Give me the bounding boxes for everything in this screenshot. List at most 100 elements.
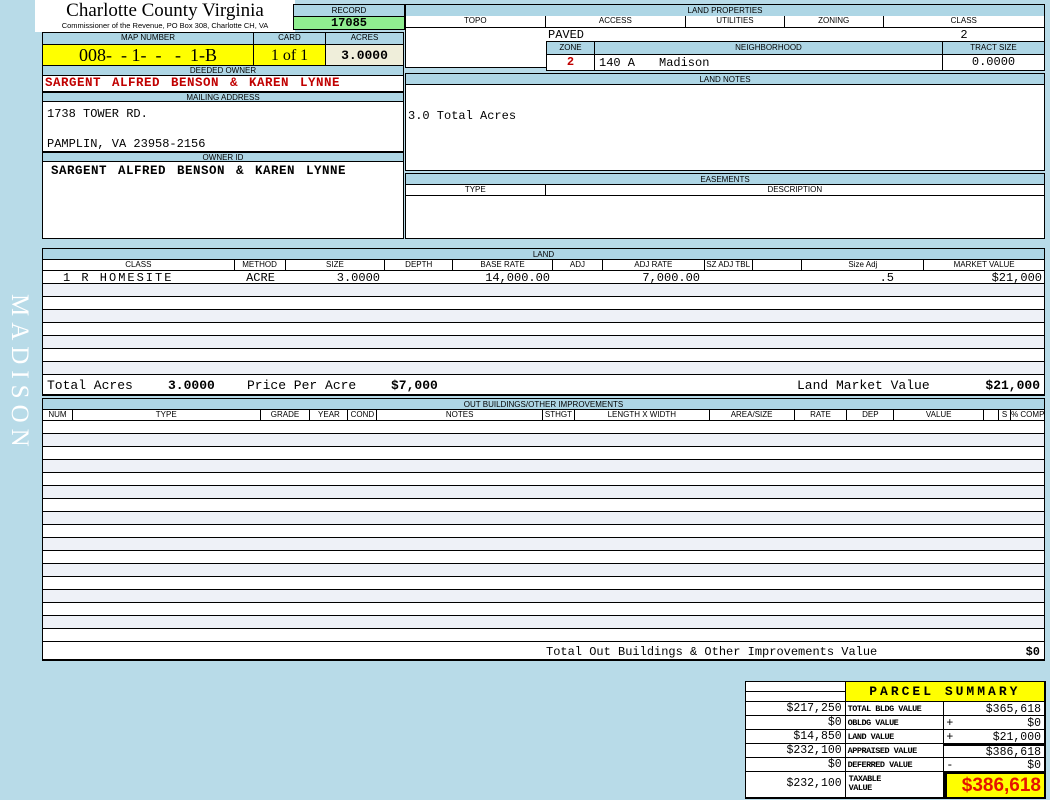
land-band: LAND (42, 248, 1045, 260)
address-line-2: PAMPLIN, VA 23958-2156 (47, 137, 206, 151)
ps-sign: + (946, 731, 954, 744)
ob-col-num: NUM (43, 410, 73, 420)
acres-header: ACRES (326, 33, 403, 44)
land-col-base-rate: BASE RATE (453, 260, 553, 270)
card-value: 1 of 1 (254, 45, 326, 67)
easements-band: EASEMENTS (405, 173, 1045, 185)
land-note: 3.0 Total Acres (408, 109, 517, 123)
commissioner-line: Commissioner of the Revenue, PO Box 308,… (61, 21, 269, 30)
zone-value: 2 (547, 55, 595, 70)
land-notes-band: LAND NOTES (405, 73, 1045, 85)
ps-sign: + (946, 717, 954, 730)
ps-value: $0 (1027, 759, 1041, 772)
ob-col-type: TYPE (72, 410, 261, 420)
land-cell-adj-rate: 7,000.00 (642, 271, 700, 285)
mailing-address-band: MAILING ADDRESS (42, 92, 404, 102)
ob-col-year: YEAR (310, 410, 349, 420)
out-buildings-band: OUT BUILDINGS/OTHER IMPROVEMENTS (42, 398, 1045, 410)
ob-col-cond: COND (348, 410, 378, 420)
land-col-size-adj: Size Adj (802, 260, 925, 270)
land-col-adj: ADJ (552, 260, 603, 270)
parcel-summary: PARCEL SUMMARY $217,250 TOTAL BLDG VALUE… (745, 681, 1046, 799)
ps-row-deferred: $0 DEFERRED VALUE - $0 (746, 758, 1044, 772)
out-buildings-table: OUT BUILDINGS/OTHER IMPROVEMENTS NUM TYP… (42, 398, 1045, 661)
land-col-sz-adj-tbl: SZ ADJ TBL (704, 260, 753, 270)
price-per-acre-value: $7,000 (391, 378, 438, 393)
empty-row (43, 434, 1044, 447)
empty-row (43, 486, 1044, 499)
empty-row (43, 564, 1044, 577)
land-notes-box: 3.0 Total Acres (405, 85, 1045, 171)
zone-header: ZONE (547, 42, 595, 54)
col-class: CLASS (883, 16, 1044, 27)
ob-col-notes: NOTES (377, 410, 543, 420)
neighborhood-code: 140 A (599, 56, 636, 70)
col-access: ACCESS (545, 16, 687, 27)
map-card-acres-table: MAP NUMBER CARD ACRES 008- - 1- - - 1-B … (42, 32, 404, 68)
land-col-adj-rate: ADJ RATE (602, 260, 705, 270)
easements-description-header: DESCRIPTION (545, 185, 1044, 195)
address-line-1: 1738 TOWER RD. (47, 107, 148, 121)
neighborhood-name: Madison (659, 56, 710, 70)
zone-table: ZONE NEIGHBORHOOD TRACT SIZE 2 140 A Mad… (546, 41, 1045, 71)
ps-label: OBLDG VALUE (845, 716, 945, 730)
land-empty-rows (42, 284, 1045, 375)
ps-row-land: $14,850 LAND VALUE + $21,000 (746, 730, 1044, 744)
col-topo: TOPO (406, 16, 546, 27)
ob-col-value: VALUE (894, 410, 985, 420)
empty-row (43, 525, 1044, 538)
ps-row-obldg: $0 OBLDG VALUE + $0 (746, 716, 1044, 730)
class-value: 2 (960, 28, 968, 42)
empty-row (43, 603, 1044, 616)
ps-header-blank-2 (746, 692, 845, 701)
land-col-depth: DEPTH (385, 260, 454, 270)
ps-value: $365,618 (985, 703, 1041, 716)
ob-col-grade: GRADE (260, 410, 311, 420)
empty-row (43, 590, 1044, 603)
col-zoning: ZONING (784, 16, 884, 27)
empty-row (43, 421, 1044, 434)
easements-box (405, 196, 1045, 239)
ob-col-sthgt: STHGT (543, 410, 575, 420)
county-title: Charlotte County Virginia (66, 0, 264, 21)
district-sidebar: MADISON (0, 268, 38, 478)
land-table: LAND CLASS METHOD SIZE DEPTH BASE RATE A… (42, 248, 1045, 396)
empty-row (43, 551, 1044, 564)
empty-row (43, 629, 1044, 642)
ob-total-label: Total Out Buildings & Other Improvements… (546, 645, 878, 659)
land-cell-size-adj: .5 (879, 271, 894, 285)
total-acres-label: Total Acres (47, 378, 133, 393)
ps-prior: $0 (746, 758, 846, 772)
ps-header-blank-1 (746, 682, 845, 692)
owner-id-value: SARGENT ALFRED BENSON & KAREN LYNNE (51, 164, 347, 178)
deeded-owner-value: SARGENT ALFRED BENSON & KAREN LYNNE (42, 76, 404, 92)
out-buildings-column-headers: NUM TYPE GRADE YEAR COND NOTES STHGT LEN… (42, 410, 1045, 421)
ob-col-dep: DEP (847, 410, 895, 420)
land-col-size: SIZE (285, 260, 386, 270)
easements-type-header: TYPE (406, 185, 546, 195)
empty-row (43, 499, 1044, 512)
ps-value: $0 (1027, 717, 1041, 730)
ps-label: LAND VALUE (845, 730, 945, 744)
land-cell-size: 3.0000 (336, 271, 380, 285)
ps-sign: - (946, 759, 954, 772)
empty-row (43, 473, 1044, 486)
mailing-address-box: 1738 TOWER RD. PAMPLIN, VA 23958-2156 (42, 102, 404, 152)
empty-row (43, 362, 1044, 375)
land-data-row: 1 R HOMESITE ACRE 3.0000 14,000.00 7,000… (42, 271, 1045, 285)
land-market-value: $21,000 (985, 378, 1040, 393)
ps-row-appraised: $232,100 APPRAISED VALUE $386,618 (746, 744, 1044, 758)
ob-total-value: $0 (1025, 645, 1040, 659)
empty-row (43, 616, 1044, 629)
land-col-market-value: MARKET VALUE (924, 260, 1044, 270)
ob-col-pct-comp: % COMP (1011, 410, 1044, 420)
ps-prior: $14,850 (746, 730, 846, 744)
land-cell-base-rate: 14,000.00 (485, 271, 550, 285)
empty-row (43, 577, 1044, 590)
land-totals-row: Total Acres 3.0000 Price Per Acre $7,000… (42, 375, 1045, 396)
ps-prior: $232,100 (746, 744, 846, 758)
district-label: MADISON (6, 293, 33, 453)
ps-prior: $232,100 (746, 772, 846, 797)
land-cell-market-value: $21,000 (991, 271, 1042, 285)
tract-size-value: 0.0000 (971, 55, 1016, 69)
